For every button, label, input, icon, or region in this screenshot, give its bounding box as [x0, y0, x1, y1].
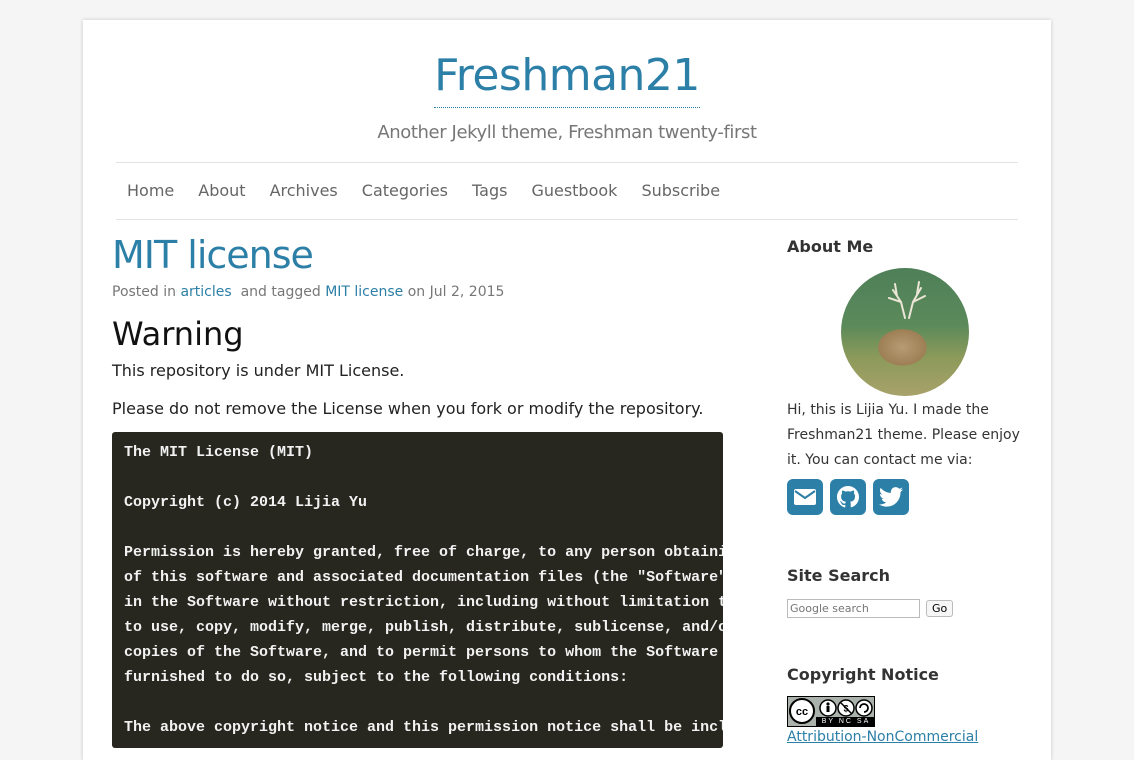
- code-line: ​: [124, 465, 711, 490]
- search-input[interactable]: [787, 599, 920, 618]
- code-line: Copyright (c) 2014 Lijia Yu: [124, 494, 368, 511]
- sidebar: About Me Hi, this is Lijia Yu. I made th…: [787, 236, 1027, 745]
- meta-on: on: [407, 284, 426, 300]
- code-line: Permission is hereby granted, free of ch…: [124, 544, 723, 561]
- section-heading-warning: Warning: [112, 315, 244, 353]
- code-line: ​: [124, 690, 711, 715]
- nav-home[interactable]: Home: [127, 163, 174, 219]
- code-block-license: The MIT License (MIT) ​ Copyright (c) 2014…: [112, 432, 723, 748]
- cc-license-link[interactable]: Attribution-NonCommercial: [787, 729, 1027, 745]
- nav-guestbook[interactable]: Guestbook: [531, 163, 617, 219]
- github-icon[interactable]: [830, 479, 866, 515]
- nav-archives[interactable]: Archives: [270, 163, 338, 219]
- cc-license-badge[interactable]: cc $ BY NC SA: [787, 696, 875, 727]
- code-line: in the Software without restriction, inc…: [124, 594, 723, 611]
- meta-category-link[interactable]: articles: [180, 284, 231, 300]
- meta-posted-in: Posted in: [112, 284, 177, 300]
- code-line: The above copyright notice and this perm…: [124, 719, 723, 736]
- nav-categories[interactable]: Categories: [362, 163, 448, 219]
- cc-badge-text: BY NC SA: [821, 718, 871, 725]
- search-go-button[interactable]: Go: [926, 600, 954, 617]
- post-title[interactable]: MIT license: [112, 232, 724, 278]
- copyright-notice-title: Copyright Notice: [787, 665, 939, 684]
- post-meta: Posted in articles and tagged MIT licens…: [112, 284, 724, 300]
- main-nav: Home About Archives Categories Tags Gues…: [116, 162, 1018, 220]
- avatar: [841, 268, 969, 396]
- site-title: Freshman21: [83, 50, 1051, 108]
- code-line: to use, copy, modify, merge, publish, di…: [124, 619, 723, 636]
- envelope-glyph: [794, 489, 816, 505]
- svg-text:cc: cc: [796, 706, 808, 718]
- code-line: of this software and associated document…: [124, 569, 723, 586]
- nav-about[interactable]: About: [198, 163, 245, 219]
- post-content: MIT license Posted in articles and tagge…: [112, 232, 724, 748]
- code-line: The MIT License (MIT): [124, 444, 314, 461]
- site-tagline: Another Jekyll theme, Freshman twenty-fi…: [377, 122, 757, 143]
- search-form: Go: [787, 599, 1027, 618]
- envelope-icon[interactable]: [787, 479, 823, 515]
- meta-tag-link[interactable]: MIT license: [325, 284, 403, 300]
- about-text: Hi, this is Lijia Yu. I made the Freshma…: [787, 402, 1020, 468]
- site-search-title: Site Search: [787, 566, 891, 585]
- site-title-link[interactable]: Freshman21: [434, 50, 700, 108]
- page-container: Freshman21 Another Jekyll theme, Freshma…: [83, 20, 1051, 760]
- paragraph-repository-license: This repository is under MIT License.: [112, 361, 405, 380]
- paragraph-do-not-remove: Please do not remove the License when yo…: [112, 399, 704, 418]
- about-me-title: About Me: [787, 237, 874, 256]
- meta-and-tagged: and tagged: [240, 284, 321, 300]
- github-glyph: [837, 486, 859, 508]
- code-line: copies of the Software, and to permit pe…: [124, 644, 719, 661]
- twitter-icon[interactable]: [873, 479, 909, 515]
- deer-antler-graphic: [888, 281, 926, 319]
- nav-tags[interactable]: Tags: [472, 163, 507, 219]
- meta-date: Jul 2, 2015: [429, 284, 505, 300]
- twitter-glyph: [879, 487, 903, 507]
- code-line: ​: [124, 515, 711, 540]
- code-line: furnished to do so, subject to the follo…: [124, 669, 629, 686]
- nav-subscribe[interactable]: Subscribe: [641, 163, 720, 219]
- social-icons: [787, 479, 1027, 515]
